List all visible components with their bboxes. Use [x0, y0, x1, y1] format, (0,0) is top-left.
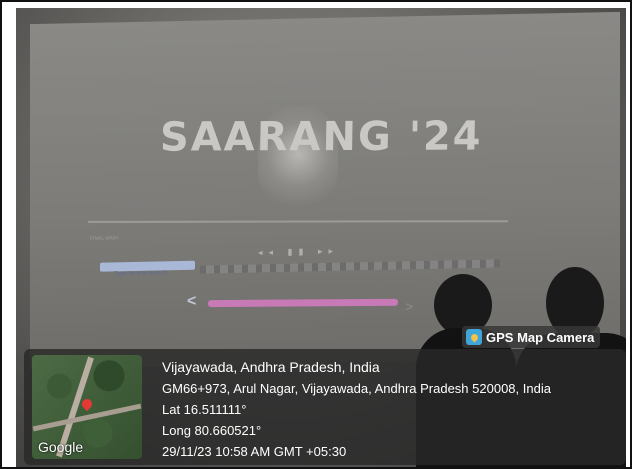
search-box: Type here to search — [100, 260, 195, 277]
chevron-right-icon: > — [405, 298, 414, 315]
map-pin-icon — [466, 329, 482, 345]
player-controls: ◂◂ ▮▮ ▸▸ — [258, 245, 339, 258]
badge-label: GPS Map Camera — [486, 329, 595, 345]
file-label: FINAL MAIN — [90, 235, 118, 242]
progress-strip — [207, 298, 399, 308]
timeline-bar — [88, 220, 508, 223]
location-text: Vijayawada, Andhra Pradesh, India GM66+9… — [162, 357, 551, 462]
search-placeholder: Type here to search — [114, 270, 168, 278]
image-frame: SAARANG '24 FINAL MAIN Type here to sear… — [0, 0, 632, 469]
place-name: Vijayawada, Andhra Pradesh, India — [162, 359, 380, 375]
address: GM66+973, Arul Nagar, Vijayawada, Andhra… — [162, 381, 551, 396]
gps-map-camera-badge: GPS Map Camera — [462, 326, 601, 348]
latitude: Lat 16.511111° — [162, 402, 247, 417]
google-logo: Google — [38, 439, 84, 455]
projected-title: SAARANG '24 — [159, 113, 484, 161]
longitude: Long 80.660521° — [162, 423, 262, 438]
location-info-panel: Google Vijayawada, Andhra Pradesh, India… — [24, 349, 626, 465]
timestamp: 29/11/23 10:58 AM GMT +05:30 — [162, 444, 347, 459]
location-pin-icon — [79, 396, 95, 412]
map-thumbnail: Google — [32, 355, 142, 459]
chevron-left-icon: < — [187, 292, 197, 310]
